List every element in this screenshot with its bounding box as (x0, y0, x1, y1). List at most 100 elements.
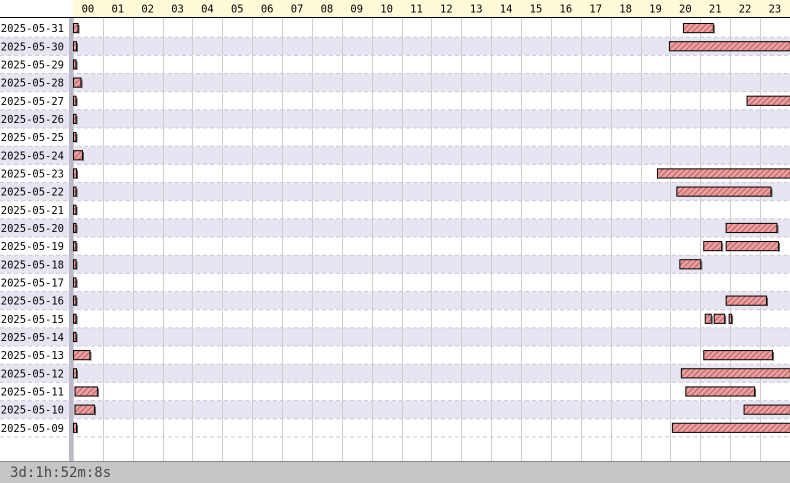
hour-tick-label: 18 (619, 4, 632, 16)
activity-bar (73, 132, 77, 143)
activity-bar (73, 77, 82, 88)
row-background (0, 309, 790, 328)
activity-bar (73, 59, 77, 70)
hour-tick-label: 14 (500, 4, 513, 16)
activity-bar (73, 150, 83, 161)
hour-tick-label: 16 (560, 4, 573, 16)
hour-tick-label: 05 (231, 4, 244, 16)
activity-bar (725, 241, 779, 252)
activity-bar (73, 41, 77, 52)
date-label: 2025-05-12 (1, 368, 64, 380)
activity-bar (725, 295, 767, 306)
hour-tick-label: 02 (141, 4, 154, 16)
activity-bar (713, 313, 726, 324)
hour-tick-label: 10 (380, 4, 393, 16)
date-label: 2025-05-16 (1, 296, 64, 308)
activity-bar (685, 386, 756, 397)
activity-bar (676, 186, 772, 197)
row-background (0, 327, 790, 347)
hour-tick-label: 11 (410, 4, 423, 16)
activity-bar (728, 313, 733, 324)
hour-tick-label: 03 (171, 4, 184, 16)
row-background (0, 237, 790, 256)
hour-tick-label: 15 (530, 4, 543, 16)
row-background (0, 19, 790, 38)
activity-bar (73, 222, 77, 234)
row-background (0, 364, 790, 383)
total-duration: 3d:1h:52m:8s (10, 465, 112, 481)
activity-bar (73, 313, 77, 324)
activity-bar (73, 186, 77, 197)
activity-bar (73, 295, 77, 306)
hour-tick-label: 06 (261, 4, 274, 16)
row-background (0, 128, 790, 147)
activity-bar (73, 422, 77, 433)
date-label: 2025-05-27 (1, 96, 64, 108)
activity-bar (680, 368, 790, 379)
activity-bar (725, 222, 778, 234)
gantt-chart: 00 01 02 03 04 05 06 07 08 09 10 11 12 13 14 15 16 17 18 19… (0, 0, 790, 461)
row-background (0, 255, 790, 274)
date-label: 2025-05-09 (1, 423, 64, 435)
header-corner (0, 0, 73, 17)
activity-bar (73, 113, 77, 125)
activity-bar (73, 204, 77, 215)
row-background (0, 146, 790, 165)
row-background (0, 109, 790, 129)
activity-bar (668, 41, 790, 52)
hour-tick-label: 01 (111, 4, 124, 16)
row-background (0, 400, 790, 419)
date-label: 2025-05-15 (1, 314, 64, 326)
row-background (0, 418, 790, 437)
activity-bar (73, 241, 77, 252)
hour-tick-label: 07 (291, 4, 304, 16)
activity-bar (746, 95, 790, 106)
date-label: 2025-05-23 (1, 168, 64, 180)
row-background (0, 291, 790, 310)
hour-tick-label: 08 (321, 4, 334, 16)
hour-tick-label: 21 (709, 4, 722, 16)
hour-tick-label: 04 (201, 4, 214, 16)
date-label: 2025-05-22 (1, 187, 64, 199)
row-background (0, 273, 790, 292)
date-label: 2025-05-20 (1, 223, 64, 235)
date-label: 2025-05-25 (1, 132, 64, 144)
hour-tick-label: 12 (440, 4, 453, 16)
activity-bar (703, 350, 773, 361)
activity-bar (671, 422, 790, 433)
label-divider (69, 0, 73, 461)
activity-bar (682, 23, 714, 34)
row-background (0, 91, 790, 110)
row-background (0, 200, 790, 219)
activity-bar (73, 331, 77, 343)
date-label: 2025-05-24 (1, 150, 64, 162)
hour-tick-label: 17 (589, 4, 602, 16)
activity-bar (73, 368, 77, 379)
row-background (0, 73, 790, 92)
hour-tick-label: 22 (739, 4, 752, 16)
date-label: 2025-05-19 (1, 241, 64, 253)
date-label: 2025-05-10 (1, 405, 64, 417)
activity-bar (73, 23, 79, 34)
row-background (0, 382, 790, 401)
row-background (0, 218, 790, 238)
date-label: 2025-05-13 (1, 350, 64, 362)
date-label: 2025-05-11 (1, 386, 64, 398)
date-label: 2025-05-18 (1, 259, 64, 271)
date-label: 2025-05-29 (1, 59, 64, 71)
status-bar: 3d:1h:52m:8s (0, 461, 790, 483)
activity-bar (73, 277, 77, 288)
activity-bar (73, 168, 77, 179)
activity-bar (74, 386, 98, 397)
date-label: 2025-05-17 (1, 277, 64, 289)
activity-bar (73, 95, 77, 106)
activity-bar (73, 350, 91, 361)
activity-bar (704, 313, 712, 324)
activity-bar (743, 404, 790, 415)
hour-tick-label: 23 (769, 4, 782, 16)
activity-bar (679, 259, 702, 270)
hour-tick-label: 13 (470, 4, 483, 16)
row-background (0, 182, 790, 201)
date-label: 2025-05-31 (1, 23, 64, 35)
row-background (0, 55, 790, 74)
